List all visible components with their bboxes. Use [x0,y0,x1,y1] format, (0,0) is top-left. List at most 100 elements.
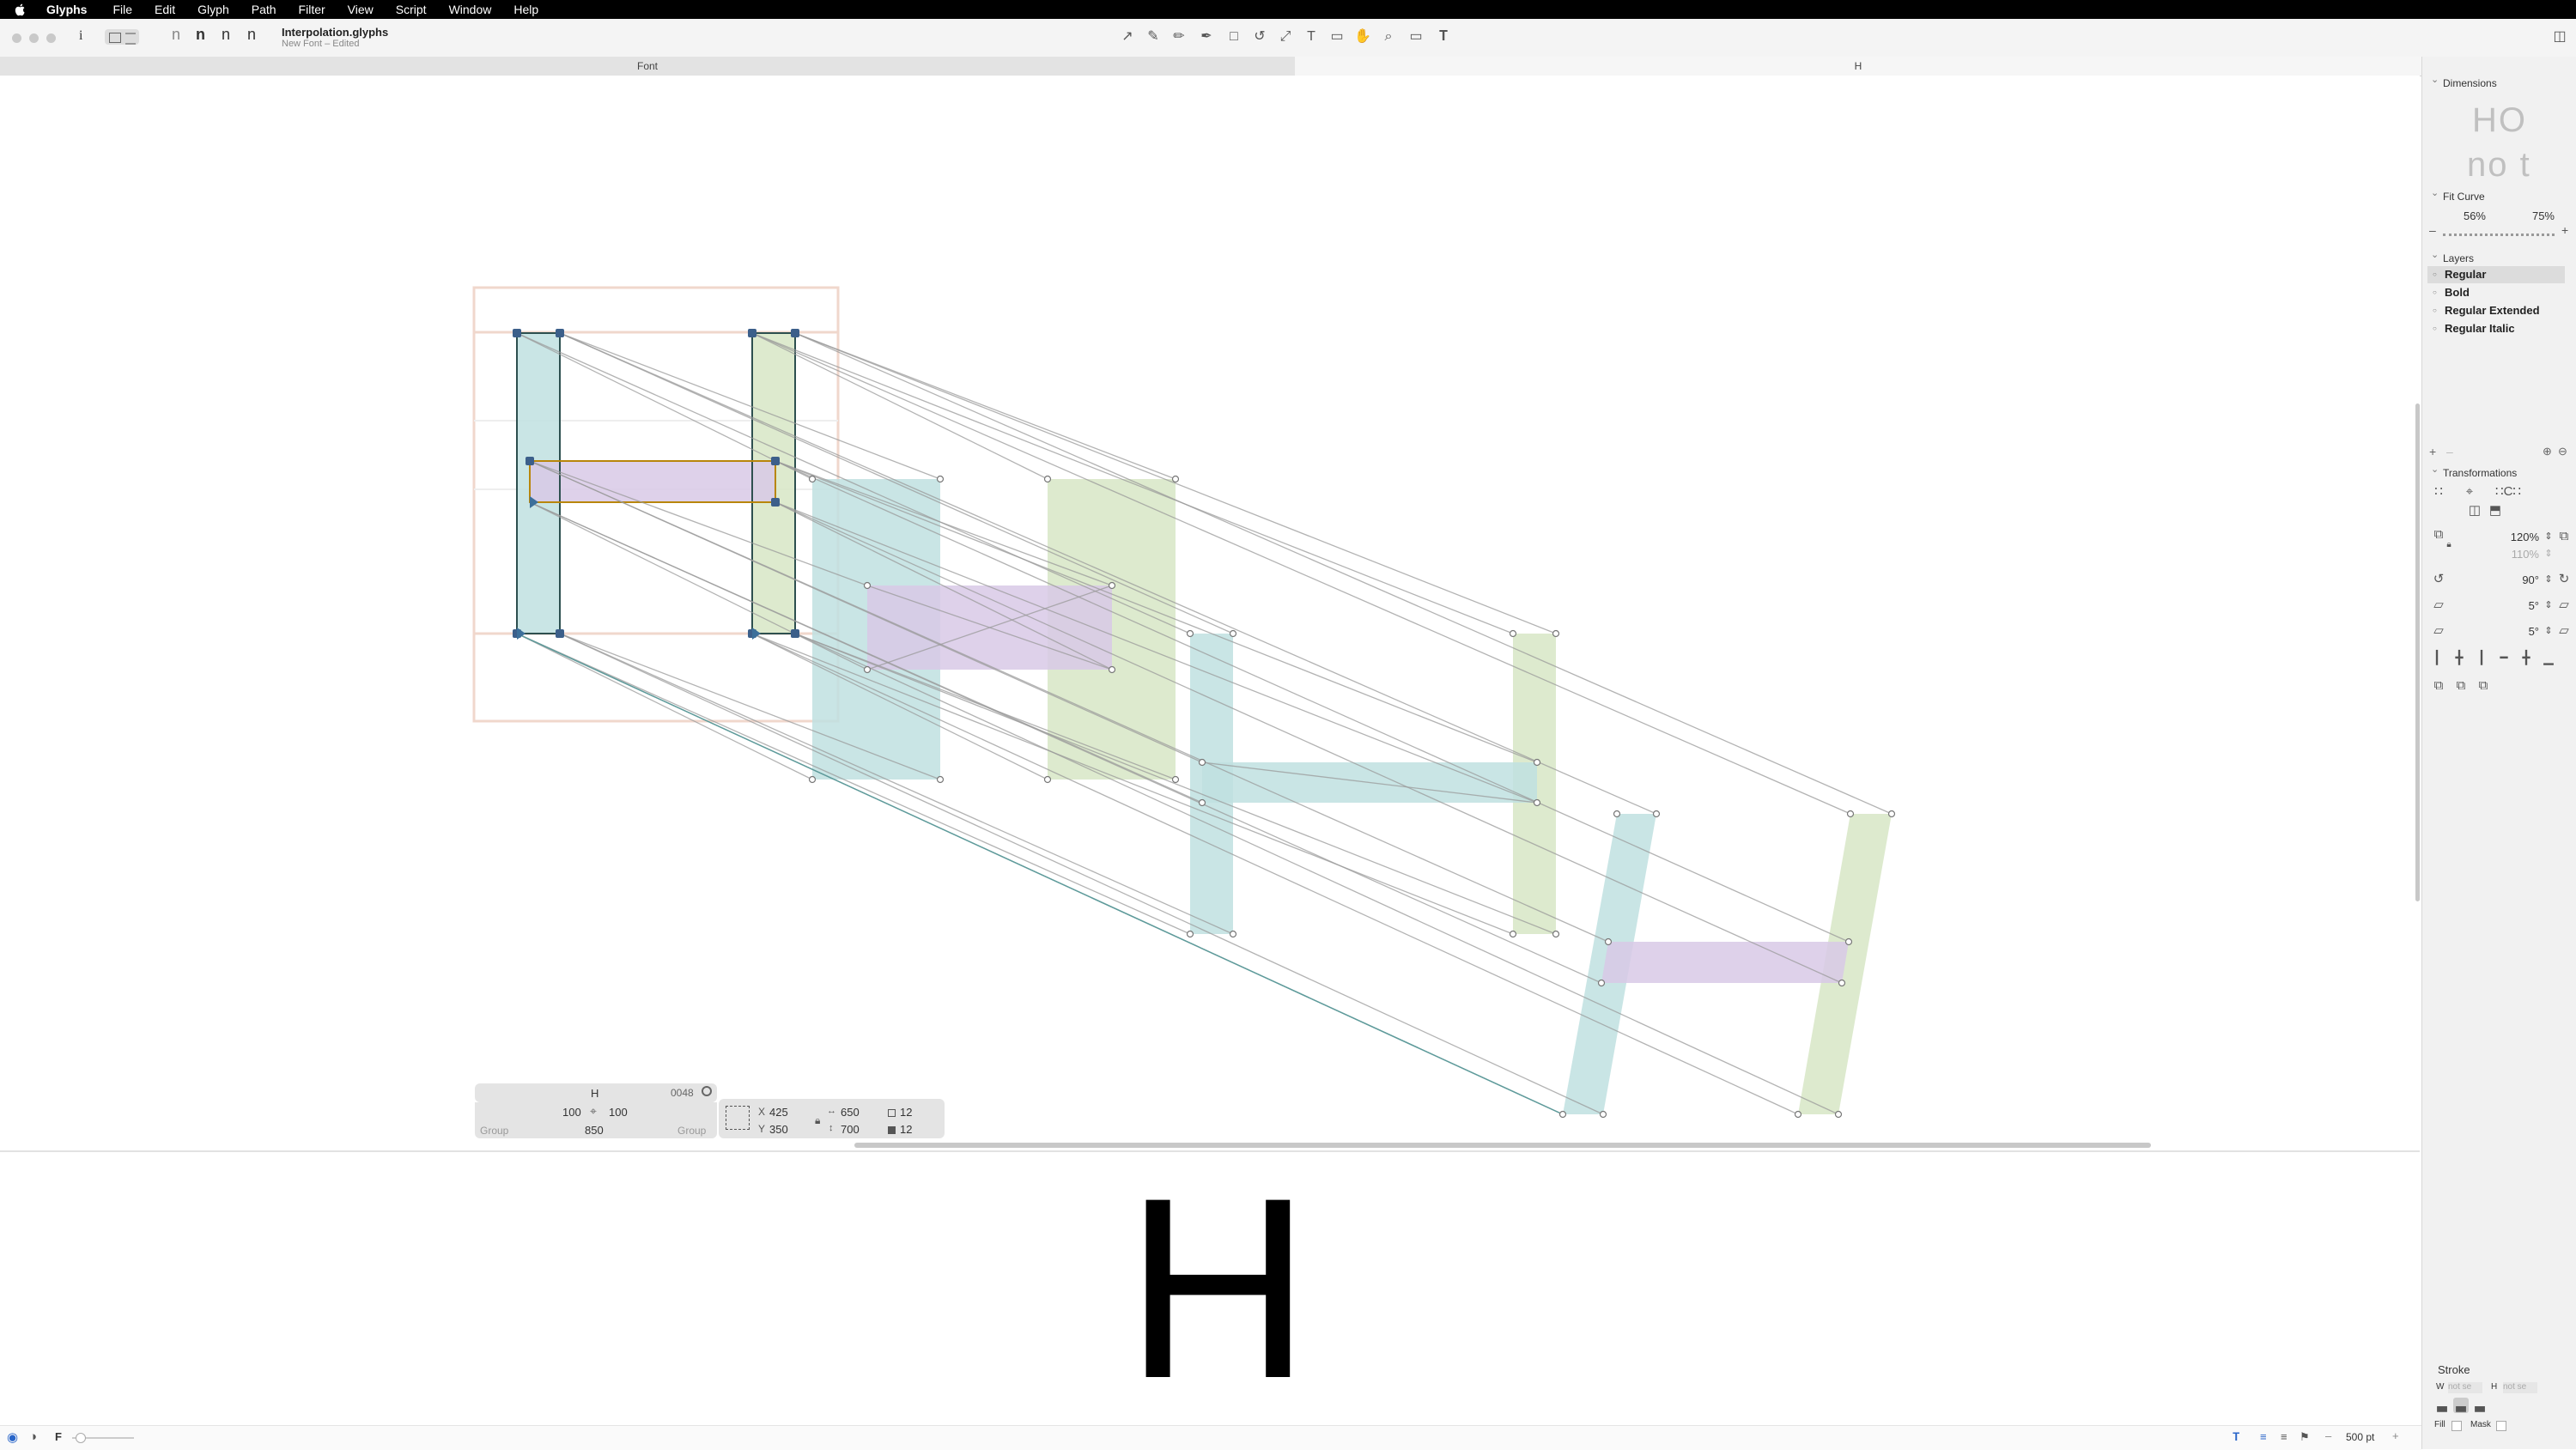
view-glyph-bold[interactable]: n [196,26,205,44]
stroke-cap-butt-icon[interactable]: ▃ [2434,1398,2450,1413]
measure-tool-icon[interactable]: ▭ [1406,27,1425,46]
link-metrics-icon[interactable]: ⌖ [590,1104,597,1119]
view-glyph-regular[interactable]: n [222,26,230,44]
y-field[interactable]: 350 [769,1123,788,1136]
view-mode-segmented[interactable] [105,29,139,45]
right-group-field[interactable]: Group [677,1125,706,1137]
stroke-cap-round-icon[interactable]: ▃ [2453,1398,2469,1413]
eye-icon[interactable]: ◉ [7,1429,18,1445]
lock-proportions-icon[interactable]: 🔒︎ [815,1114,820,1127]
intersect-icon[interactable]: ⧉ [2476,678,2491,694]
align-left-edges-icon[interactable]: ┃ [2429,651,2445,666]
lsb-field[interactable]: 100 [562,1106,581,1119]
width-field[interactable]: 850 [585,1124,604,1137]
view-glyph-light[interactable]: n [247,26,256,44]
align-top-edges-icon[interactable]: ━ [2496,651,2512,666]
horizontal-scrollbar[interactable] [854,1143,2151,1148]
layer-regular-italic[interactable]: Regular Italic [2427,320,2565,337]
interpolation-drawing[interactable] [0,76,2420,1144]
menu-script[interactable]: Script [396,3,427,16]
layer-bold[interactable]: Bold [2427,284,2565,301]
apply-slant-icon[interactable]: ▱ [2556,623,2572,639]
rotate-cw-icon[interactable]: ↻ [2556,572,2572,587]
mirror-horizontal-icon[interactable]: ◫ [2467,503,2482,519]
pencil-tool-icon[interactable]: ✏ [1170,27,1188,46]
scale-stepper-icon[interactable]: ⇕ [2541,529,2556,544]
minimize-window-button[interactable] [29,33,39,43]
rectangle-tool-icon[interactable]: □ [1224,27,1243,46]
type-tool-icon[interactable]: 𝐓 [1434,27,1453,46]
zoom-tool-icon[interactable]: ⌕ [1379,27,1398,46]
add-layer-icon[interactable]: + [2429,445,2436,458]
slant-left-icon[interactable]: ▱ [2431,598,2446,613]
slant-right-icon[interactable]: ▱ [2556,598,2572,613]
layers-header[interactable]: Layers [2431,249,2474,264]
stroke-width-field[interactable]: not se [2448,1382,2482,1393]
view-glyph-outline[interactable]: n [172,26,180,44]
fit-curve-min[interactable]: 56% [2451,209,2486,222]
align-right-icon[interactable]: ≡ [2281,1430,2287,1443]
mirror-vertical-icon[interactable]: ⬒ [2488,503,2503,519]
scale-vertical-field[interactable]: 110% [2488,548,2539,561]
menu-path[interactable]: Path [252,3,276,16]
align-v-center-icon[interactable]: ╋ [2518,651,2534,666]
slant-vertical-stepper-icon[interactable]: ⇕ [2541,623,2556,639]
dimensions-header[interactable]: Dimensions [2431,74,2497,89]
menu-help[interactable]: Help [513,3,538,16]
close-window-button[interactable] [12,33,21,43]
draw-tool-icon[interactable]: ✎ [1144,27,1163,46]
rotate-stepper-icon[interactable]: ⇕ [2541,572,2556,587]
layer-regular[interactable]: Regular [2427,266,2565,283]
slant-vertical-icon[interactable]: ▱ [2431,623,2446,639]
fit-curve-plus-icon[interactable]: + [2561,223,2568,237]
remove-layer-icon[interactable]: – [2446,445,2453,458]
fill-checkbox[interactable] [2451,1421,2462,1431]
text-tool-icon[interactable]: T [1302,27,1321,46]
zoom-out-button[interactable]: – [2325,1429,2331,1442]
menu-filter[interactable]: Filter [299,3,325,16]
stroke-height-field[interactable]: not se [2503,1382,2537,1393]
zoom-in-button[interactable]: + [2392,1429,2399,1442]
glyph-name-field[interactable]: H [591,1087,598,1100]
contrast-icon[interactable]: ◑ [29,1429,37,1444]
apply-scale-icon[interactable]: ⧉ [2556,529,2572,544]
transform-origin-icon[interactable]: ⌖ [2462,484,2477,500]
vertical-scrollbar[interactable] [2415,403,2420,901]
scale-vertical-stepper-icon[interactable]: ⇕ [2541,546,2556,561]
hand-tool-icon[interactable]: ✋ [1353,27,1372,46]
fit-curve-max[interactable]: 75% [2520,209,2555,222]
tab-h[interactable]: H [1295,57,2421,76]
align-bottom-edges-icon[interactable]: ▁ [2541,651,2556,666]
scale-lock-icon[interactable]: 🔒︎ [2441,537,2457,553]
menu-file[interactable]: File [112,3,132,16]
info-settings-icon[interactable] [702,1086,712,1096]
bounding-box-icon[interactable] [726,1106,750,1130]
grid-view-icon[interactable] [109,33,121,43]
h-field[interactable]: 700 [841,1123,860,1136]
font-toggle[interactable]: F [55,1430,62,1443]
menu-view[interactable]: View [348,3,374,16]
layer-copy-icon[interactable]: ⊖ [2558,445,2567,458]
left-group-field[interactable]: Group [480,1125,508,1137]
menu-edit[interactable]: Edit [155,3,175,16]
align-grid-icon[interactable]: ∷ [2431,484,2446,500]
scale-field[interactable]: 120% [2488,531,2539,543]
layer-regular-extended[interactable]: Regular Extended [2427,302,2565,319]
slant-vertical-field[interactable]: 5° [2488,625,2539,638]
fit-curve-slider[interactable] [2443,234,2555,236]
stroke-cap-square-icon[interactable]: ▃ [2472,1398,2488,1413]
unicode-field[interactable]: 0048 [671,1087,694,1099]
union-icon[interactable]: ⧉ [2431,678,2446,694]
edit-canvas[interactable] [0,76,2420,1144]
tab-font[interactable]: Font [0,57,1295,76]
kerning-icon[interactable]: 𝐓 [2233,1430,2239,1444]
w-field[interactable]: 650 [841,1106,860,1119]
align-left-icon[interactable]: ≡ [2260,1430,2267,1443]
sidebar-toggle-icon[interactable]: ◫ [2550,27,2569,46]
menu-window[interactable]: Window [449,3,492,16]
align-right-edges-icon[interactable]: ┃ [2474,651,2489,666]
rsb-field[interactable]: 100 [609,1106,628,1119]
align-h-center-icon[interactable]: ╋ [2451,651,2467,666]
x-field[interactable]: 425 [769,1106,788,1119]
scale-tool-icon[interactable]: ⤢ [1276,27,1295,46]
